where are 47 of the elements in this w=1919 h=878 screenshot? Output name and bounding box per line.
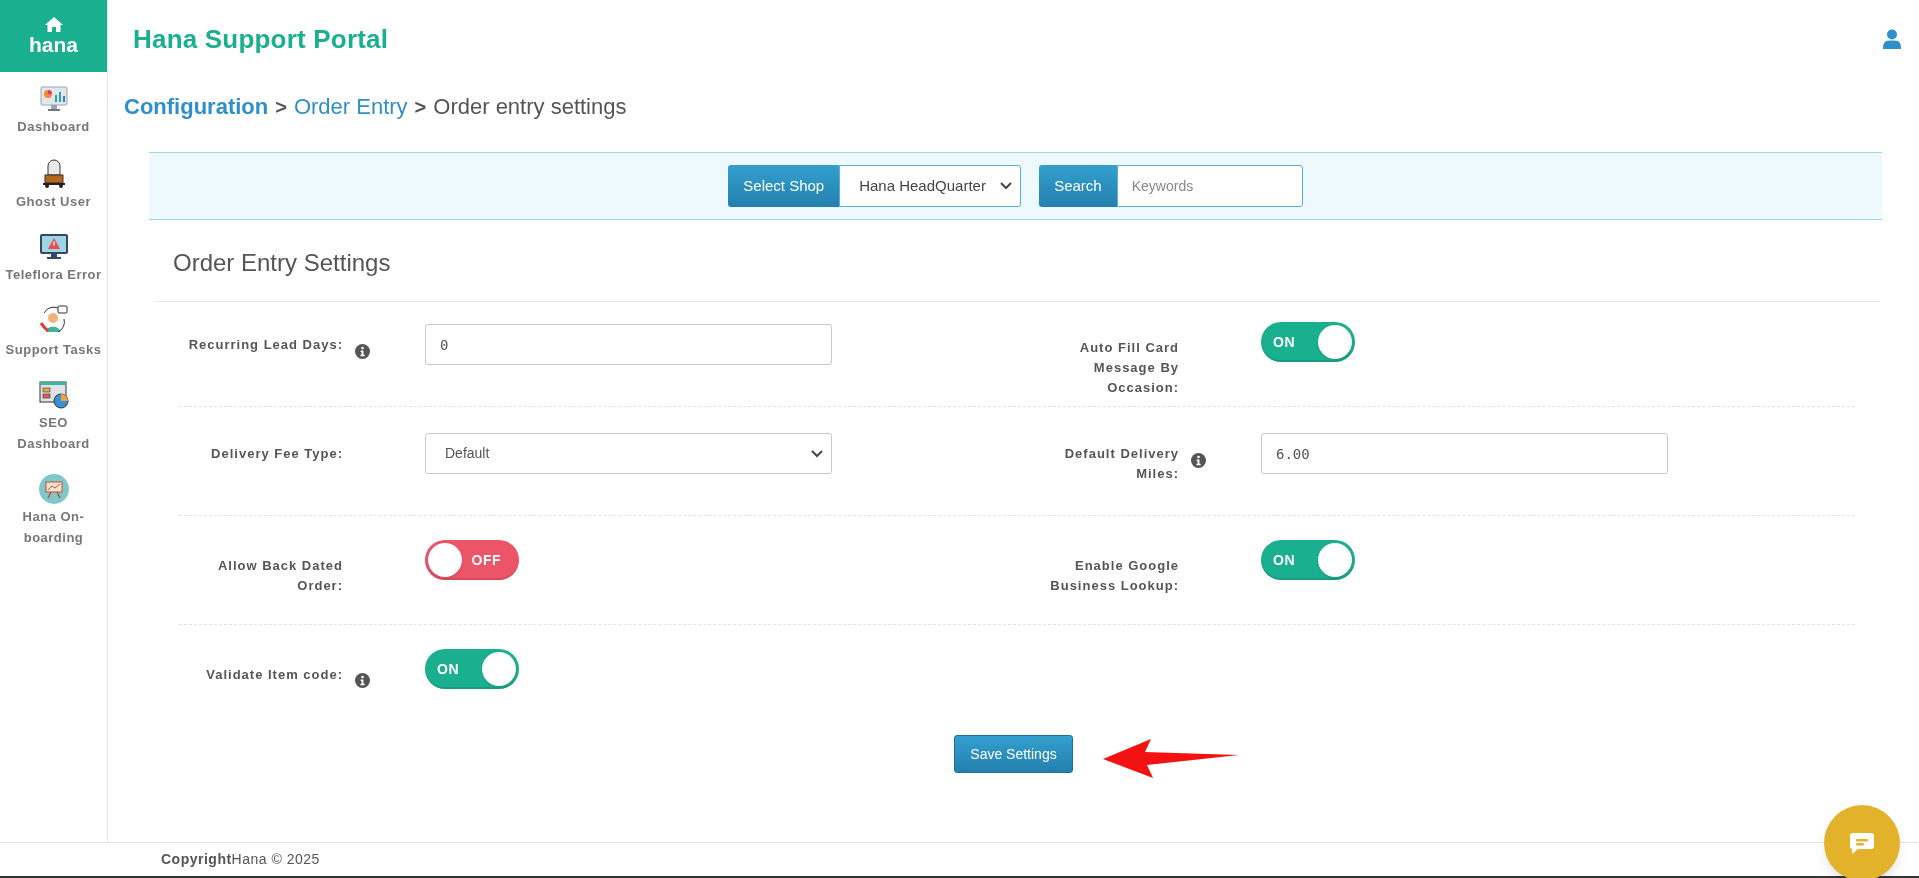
home-icon bbox=[43, 15, 64, 33]
info-icon[interactable] bbox=[1191, 453, 1206, 468]
sidebar-item[interactable]: SEO Dashboard bbox=[1, 380, 106, 454]
seo-dashboard-icon bbox=[37, 380, 70, 410]
breadcrumb-separator: > bbox=[414, 95, 427, 120]
toggle-switch[interactable]: ON bbox=[425, 649, 519, 689]
breadcrumb-link[interactable]: Order Entry bbox=[293, 90, 408, 123]
toggle-switch[interactable]: OFF bbox=[425, 540, 519, 580]
breadcrumb-separator: > bbox=[275, 95, 287, 120]
portal-title: Hana Support Portal bbox=[133, 22, 389, 56]
toggle-switch[interactable]: ON bbox=[1261, 540, 1355, 580]
setting-label: Default Delivery Miles: bbox=[1063, 445, 1179, 483]
shop-select[interactable]: Hana HeadQuarter bbox=[839, 165, 1022, 207]
search-label: Search bbox=[1039, 165, 1117, 207]
search-field[interactable]: Keywords bbox=[1116, 165, 1303, 207]
text-field[interactable]: 0 bbox=[425, 324, 832, 365]
toggle-switch[interactable]: ON bbox=[1261, 322, 1355, 362]
section-title: Order Entry Settings bbox=[173, 247, 391, 278]
chevron-down-icon bbox=[811, 449, 823, 458]
select-shop-label: Select Shop bbox=[728, 165, 840, 207]
onboarding-icon bbox=[38, 474, 69, 504]
setting-label: Allow Back Dated Order: bbox=[216, 557, 343, 595]
text-field[interactable]: 6.00 bbox=[1261, 433, 1668, 474]
setting-label: Validate Item code: bbox=[205, 666, 343, 684]
chat-icon bbox=[1848, 831, 1876, 855]
setting-label: Delivery Fee Type: bbox=[210, 445, 343, 463]
breadcrumb-current: Order entry settings bbox=[433, 93, 627, 121]
breadcrumb-link[interactable]: Configuration bbox=[124, 90, 269, 123]
sidebar-item[interactable]: Hana On-boarding bbox=[1, 474, 106, 548]
setting-label: Recurring Lead Days: bbox=[187, 336, 343, 354]
logo-text: hana bbox=[29, 32, 78, 57]
chevron-down-icon bbox=[1000, 182, 1013, 190]
sidebar-item[interactable]: Support Tasks bbox=[1, 305, 106, 360]
sidebar-item[interactable]: Dashboard bbox=[1, 84, 106, 137]
sidebar-item[interactable]: Teleflora Error bbox=[1, 232, 106, 285]
copyright-text: CopyrightHana © 2025 bbox=[161, 850, 320, 869]
setting-label: Enable Google Business Lookup: bbox=[1049, 557, 1179, 595]
logo[interactable]: hana bbox=[0, 0, 107, 72]
setting-label: Auto Fill Card Message By Occasion: bbox=[1078, 339, 1179, 397]
monitor-chart-icon bbox=[38, 84, 69, 114]
sidebar-item[interactable]: Ghost User bbox=[1, 157, 106, 212]
monitor-warning-icon bbox=[38, 232, 69, 262]
user-icon[interactable] bbox=[1883, 29, 1901, 49]
save-settings-button[interactable]: Save Settings bbox=[954, 735, 1073, 773]
info-icon[interactable] bbox=[355, 673, 370, 688]
info-icon[interactable] bbox=[355, 344, 370, 359]
select-field[interactable]: Default bbox=[425, 433, 832, 474]
